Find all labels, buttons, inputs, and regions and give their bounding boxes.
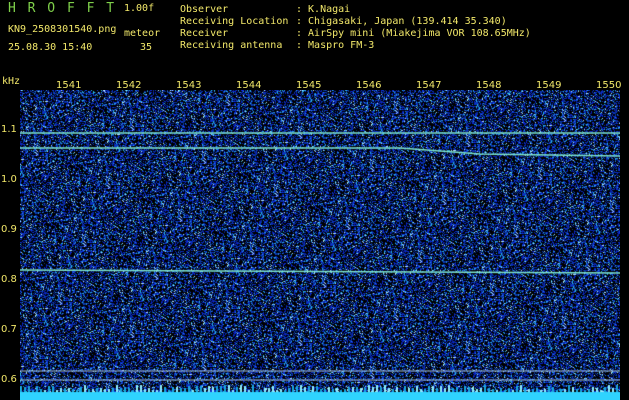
- freq-tick-label: 1.0: [1, 174, 17, 185]
- y-axis-unit: kHz: [2, 76, 21, 87]
- observer-label: Observer: [180, 4, 229, 15]
- freq-tick-label: 0.9: [1, 224, 17, 235]
- location-value: : Chigasaki, Japan (139.414 35.340): [296, 16, 507, 27]
- waterfall-canvas[interactable]: [20, 90, 620, 400]
- filename-label: KN9_2508301540.png: [8, 24, 117, 35]
- freq-tick-label: 1.1: [1, 124, 17, 135]
- observer-value: : K.Nagai: [296, 4, 351, 15]
- meteor-count: 35: [140, 42, 153, 53]
- location-label: Receiving Location: [180, 16, 289, 27]
- meteor-label: meteor: [124, 28, 161, 39]
- antenna-label: Receiving antenna: [180, 40, 283, 51]
- waterfall-spectrogram[interactable]: [20, 90, 620, 400]
- freq-tick-label: 0.8: [1, 274, 17, 285]
- version-label: 1.00f: [124, 3, 155, 14]
- antenna-value: : Maspro FM-3: [296, 40, 375, 51]
- freq-tick-label: 0.7: [1, 324, 17, 335]
- receiver-label: Receiver: [180, 28, 229, 39]
- receiver-value: : AirSpy mini (Miakejima VOR 108.65MHz): [296, 28, 531, 39]
- timestamp-label: 25.08.30 15:40: [8, 42, 93, 53]
- app-title: H R O F F T: [8, 1, 117, 16]
- freq-tick-label: 0.6: [1, 374, 17, 385]
